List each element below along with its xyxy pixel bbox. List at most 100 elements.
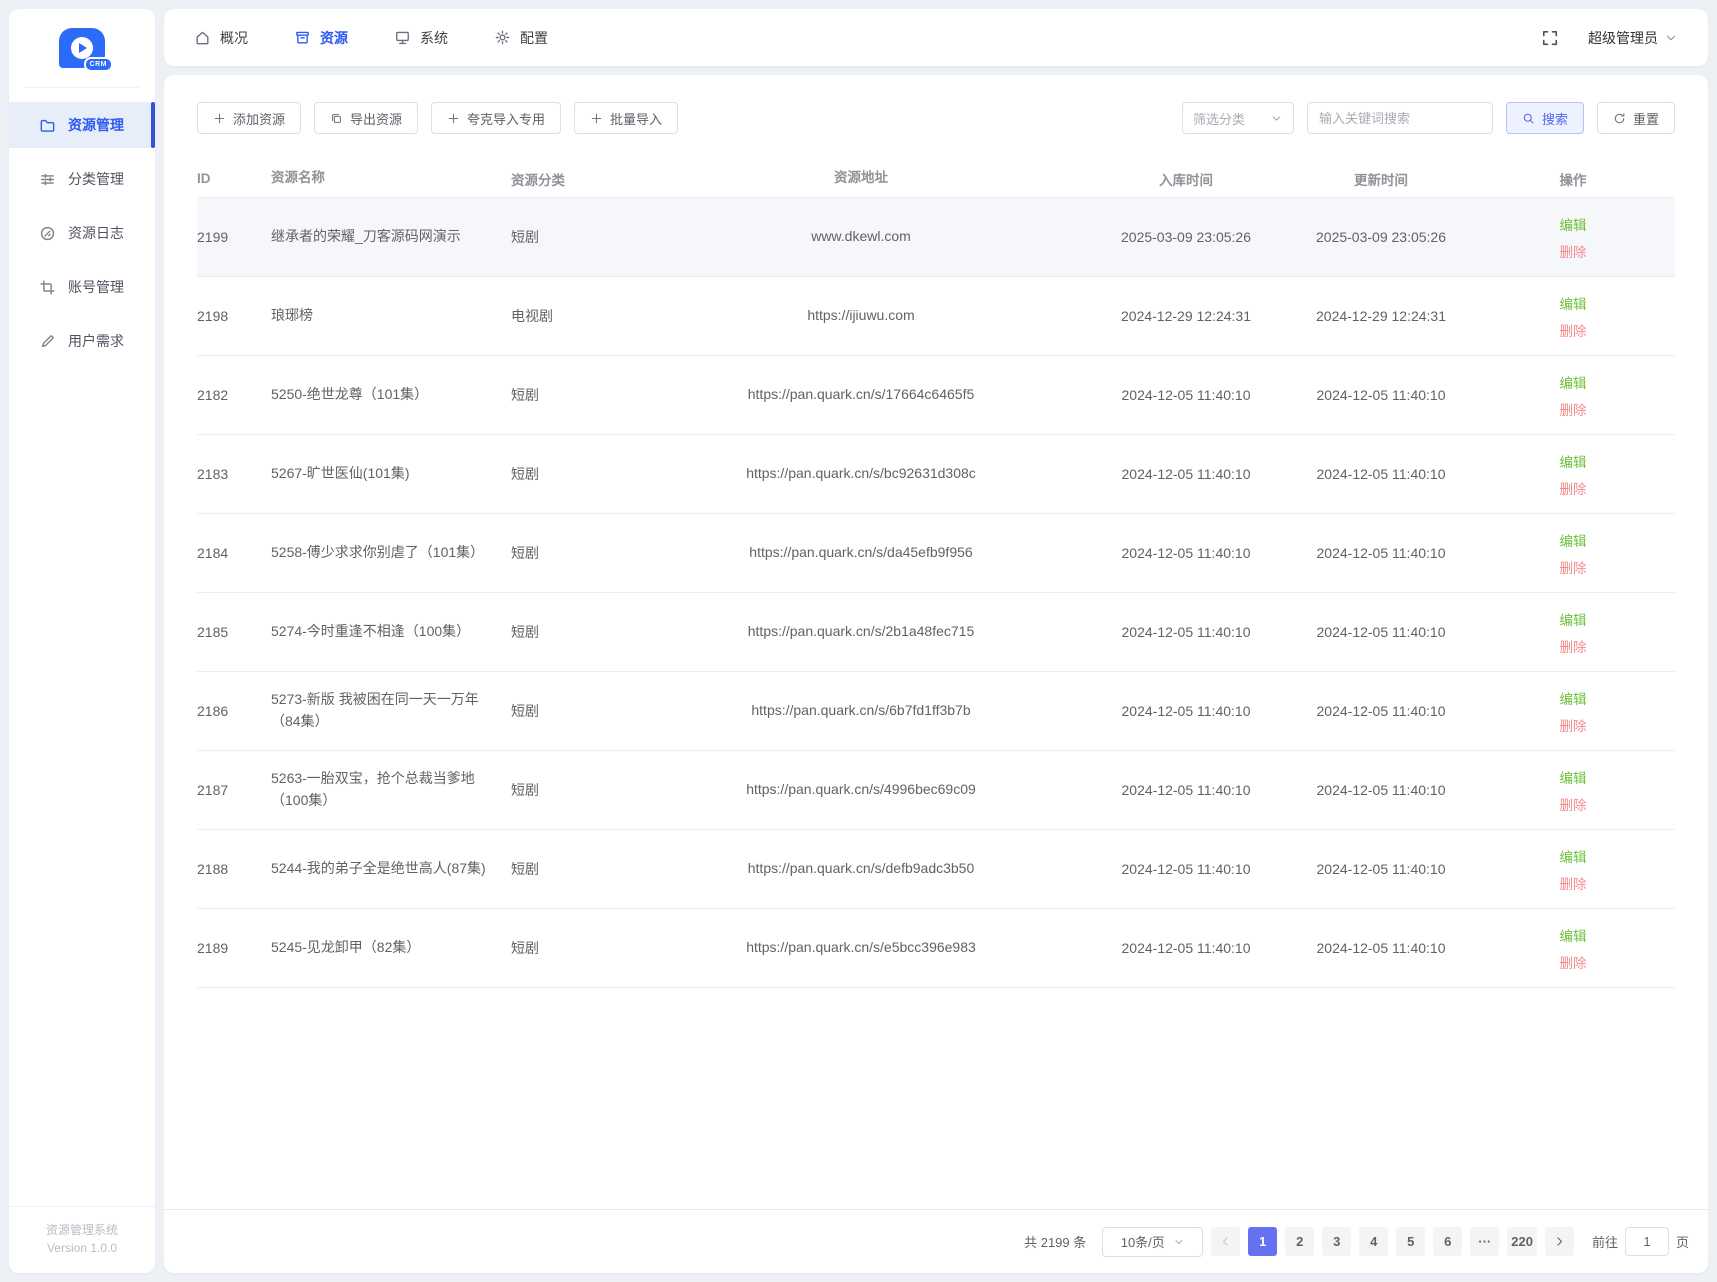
cell-name: 继承者的荣耀_刀客源码网演示 xyxy=(271,228,461,245)
edit-link[interactable]: 编辑 xyxy=(1560,372,1587,392)
column-header-category: 资源分类 xyxy=(511,172,565,188)
sidebar-item-label: 分类管理 xyxy=(68,171,124,187)
search-button[interactable]: 搜索 xyxy=(1505,102,1584,134)
page-buttons: 1 2 3 4 5 6 ··· 220 xyxy=(1248,1227,1537,1256)
sidebar-item-resource-management[interactable]: 资源管理 xyxy=(9,102,155,148)
table-row: 2198 琅琊榜 电视剧 https://ijiuwu.com 2024-12-29 1… xyxy=(197,277,1675,356)
nav-item-resources[interactable]: 资源 xyxy=(294,28,348,48)
sidebar-item-category-management[interactable]: 分类管理 xyxy=(9,156,155,202)
page-button[interactable]: 1 xyxy=(1248,1227,1278,1256)
page-button[interactable]: 6 xyxy=(1433,1227,1463,1256)
log-icon xyxy=(39,225,56,242)
quark-import-label: 夸克导入专用 xyxy=(467,111,546,127)
action-links: 编辑 删除 xyxy=(1560,609,1587,656)
cell-actions: 编辑 删除 xyxy=(1481,214,1675,261)
edit-link[interactable]: 编辑 xyxy=(1560,925,1587,945)
category-filter-select[interactable]: 筛选分类 xyxy=(1181,102,1294,134)
search-icon xyxy=(1522,112,1535,125)
cell-id: 2182 xyxy=(197,387,229,403)
page-button[interactable]: 2 xyxy=(1285,1227,1315,1256)
address-text: https://pan.quark.cn/s/2b1a48fec715 xyxy=(747,623,975,640)
goto-page-input[interactable] xyxy=(1624,1227,1669,1256)
page-size-select[interactable]: 10条/页 xyxy=(1102,1226,1204,1257)
sidebar-item-label: 资源管理 xyxy=(68,117,124,133)
edit-link[interactable]: 编辑 xyxy=(1560,451,1587,471)
sidebar-item-account-management[interactable]: 账号管理 xyxy=(9,264,155,310)
cell-actions: 编辑 删除 xyxy=(1481,530,1675,577)
cell-name: 5267-旷世医仙(101集) xyxy=(271,465,410,482)
page-button[interactable]: 5 xyxy=(1396,1227,1426,1256)
nav-item-label: 系统 xyxy=(420,29,448,46)
sidebar-item-label: 用户需求 xyxy=(68,333,124,349)
edit-link[interactable]: 编辑 xyxy=(1560,846,1587,866)
user-menu[interactable]: 超级管理员 xyxy=(1588,28,1678,48)
nav-item-system[interactable]: 系统 xyxy=(394,28,448,48)
nav-item-overview[interactable]: 概况 xyxy=(194,28,248,48)
cell-actions: 编辑 删除 xyxy=(1481,609,1675,656)
fullscreen-icon[interactable] xyxy=(1540,28,1560,48)
page-button[interactable]: 4 xyxy=(1359,1227,1389,1256)
export-resource-button[interactable]: 导出资源 xyxy=(314,102,419,134)
delete-link[interactable]: 删除 xyxy=(1560,636,1587,656)
cell-category: 电视剧 xyxy=(511,308,553,324)
cell-created-at: 2024-12-05 11:40:10 xyxy=(1121,545,1251,561)
delete-link[interactable]: 删除 xyxy=(1560,399,1587,419)
search-label: 搜索 xyxy=(1541,111,1568,127)
edit-link[interactable]: 编辑 xyxy=(1560,688,1587,708)
keyword-search-input[interactable] xyxy=(1306,102,1493,134)
reset-button[interactable]: 重置 xyxy=(1596,102,1675,134)
cell-name: 5274-今时重逢不相逢（100集） xyxy=(271,623,471,640)
cell-id: 2189 xyxy=(197,940,229,956)
nav-item-config[interactable]: 配置 xyxy=(494,28,548,48)
chevron-down-icon xyxy=(1270,112,1283,125)
copy-icon xyxy=(330,112,343,125)
delete-link[interactable]: 删除 xyxy=(1560,873,1587,893)
delete-link[interactable]: 删除 xyxy=(1560,241,1587,261)
prev-page-button[interactable] xyxy=(1211,1227,1241,1256)
edit-link[interactable]: 编辑 xyxy=(1560,530,1587,550)
table-header-row: ID 资源名称 资源分类 资源地址 入库时间 更新时间 操作 xyxy=(197,160,1675,198)
pages-ellipsis-button[interactable]: ··· xyxy=(1470,1227,1500,1256)
goto-suffix-label: 页 xyxy=(1675,1235,1689,1250)
nav-item-label: 资源 xyxy=(320,29,348,46)
box-icon xyxy=(294,29,311,46)
delete-link[interactable]: 删除 xyxy=(1560,794,1587,814)
table-row: 2199 继承者的荣耀_刀客源码网演示 短剧 www.dkewl.com 2025-03… xyxy=(197,198,1675,277)
edit-link[interactable]: 编辑 xyxy=(1560,293,1587,313)
pen-icon xyxy=(39,333,56,350)
logo-circle xyxy=(71,37,93,59)
action-links: 编辑 删除 xyxy=(1560,925,1587,972)
cell-id: 2185 xyxy=(197,624,229,640)
chevron-left-icon xyxy=(1219,1235,1232,1248)
edit-link[interactable]: 编辑 xyxy=(1560,609,1587,629)
user-name: 超级管理员 xyxy=(1588,29,1658,46)
cell-id: 2187 xyxy=(197,782,229,798)
cell-name: 5244-我的弟子全是绝世高人(87集) xyxy=(271,860,486,877)
page-button[interactable]: 3 xyxy=(1322,1227,1352,1256)
cell-created-at: 2024-12-05 11:40:10 xyxy=(1121,466,1251,482)
delete-link[interactable]: 删除 xyxy=(1560,320,1587,340)
chevron-down-icon xyxy=(1173,1236,1185,1248)
cell-address: https://pan.quark.cn/s/2b1a48fec715 xyxy=(641,621,1091,643)
table-row: 2187 5263-一胎双宝，抢个总裁当爹地（100集） 短剧 https://pan… xyxy=(197,751,1675,830)
edit-link[interactable]: 编辑 xyxy=(1560,767,1587,787)
page-button[interactable]: 220 xyxy=(1507,1227,1537,1256)
delete-link[interactable]: 删除 xyxy=(1560,952,1587,972)
table-row: 2189 5245-见龙卸甲（82集） 短剧 https://pan.quark.cn… xyxy=(197,909,1675,988)
column-header-actions: 操作 xyxy=(1559,172,1587,188)
address-text: https://pan.quark.cn/s/da45efb9f956 xyxy=(749,544,973,561)
cell-created-at: 2024-12-05 11:40:10 xyxy=(1121,703,1251,719)
sidebar-item-resource-logs[interactable]: 资源日志 xyxy=(9,210,155,256)
next-page-button[interactable] xyxy=(1544,1227,1574,1256)
cell-updated-at: 2024-12-05 11:40:10 xyxy=(1316,940,1446,956)
add-resource-button[interactable]: 添加资源 xyxy=(197,102,302,134)
delete-link[interactable]: 删除 xyxy=(1560,557,1587,577)
delete-link[interactable]: 删除 xyxy=(1560,715,1587,735)
batch-import-button[interactable]: 批量导入 xyxy=(574,102,679,134)
address-text: https://pan.quark.cn/s/4996bec69c09 xyxy=(746,781,976,798)
sidebar-item-user-needs[interactable]: 用户需求 xyxy=(9,318,155,364)
quark-import-button[interactable]: 夸克导入专用 xyxy=(431,102,562,134)
delete-link[interactable]: 删除 xyxy=(1560,478,1587,498)
edit-link[interactable]: 编辑 xyxy=(1560,214,1587,234)
logo-bubble-icon: CRM xyxy=(59,28,113,72)
